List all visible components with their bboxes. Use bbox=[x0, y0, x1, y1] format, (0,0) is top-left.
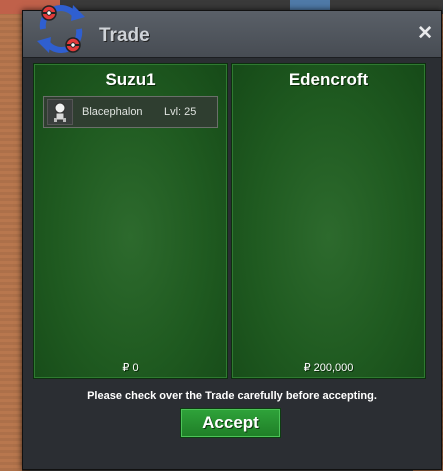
trade-window: Trade ✕ Suzu1 Blacephalon Lvl: 25 ₽ 0 Ed… bbox=[22, 5, 442, 470]
left-money: ₽ 0 bbox=[122, 362, 139, 374]
item-level: Lvl: 25 bbox=[164, 106, 197, 118]
close-button[interactable]: ✕ bbox=[417, 24, 433, 43]
left-trader-name: Suzu1 bbox=[105, 70, 156, 89]
trade-arrows-icon bbox=[37, 5, 85, 53]
right-trader-name: Edencroft bbox=[288, 70, 369, 89]
trade-item-slot[interactable]: Blacephalon Lvl: 25 bbox=[43, 96, 218, 128]
blacephalon-sprite-icon bbox=[47, 99, 73, 125]
accept-button[interactable]: Accept bbox=[180, 408, 281, 438]
right-money: ₽ 200,000 bbox=[303, 362, 354, 374]
left-trade-panel: Suzu1 Blacephalon Lvl: 25 ₽ 0 bbox=[33, 63, 228, 379]
trade-notice: Please check over the Trade carefully be… bbox=[87, 390, 377, 402]
item-name: Blacephalon bbox=[82, 106, 143, 118]
window-title: Trade bbox=[99, 25, 150, 46]
right-trade-panel: Edencroft ₽ 200,000 bbox=[231, 63, 426, 379]
